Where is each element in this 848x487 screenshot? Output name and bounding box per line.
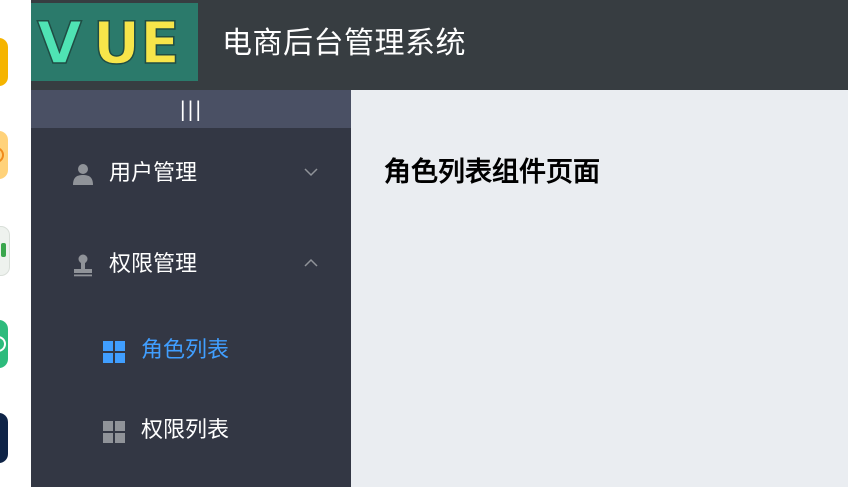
logo-letter-v: V — [37, 12, 82, 72]
sidebar-item-label: 角色列表 — [141, 338, 230, 363]
chevron-up-icon — [304, 258, 318, 267]
user-icon — [73, 164, 93, 185]
dock-app-icon[interactable] — [0, 320, 8, 368]
app-title: 电商后台管理系统 — [222, 26, 466, 61]
app-header: V UE 电商后台管理系统 — [31, 0, 848, 90]
sidebar-collapse-toggle[interactable]: ||| — [31, 90, 351, 128]
dock-app-icon[interactable] — [0, 38, 8, 86]
dock-app-icon[interactable] — [0, 413, 8, 463]
chevron-down-icon — [304, 168, 318, 177]
page-title: 角色列表组件页面 — [384, 157, 600, 188]
logo-letters-ue: UE — [93, 12, 180, 72]
dock-app-icon[interactable] — [0, 131, 8, 179]
sidebar-menu-permission-management[interactable]: 权限管理 — [31, 237, 351, 293]
main-content: 角色列表组件页面 — [351, 90, 848, 487]
grid-icon — [103, 421, 125, 443]
grid-icon — [103, 341, 125, 363]
sidebar-menu-user-management[interactable]: 用户管理 — [31, 146, 351, 202]
sidebar-menu-label: 用户管理 — [109, 161, 198, 186]
stamp-icon — [74, 254, 92, 277]
sidebar-menu-label: 权限管理 — [109, 252, 198, 277]
sidebar-item-permission-list[interactable]: 权限列表 — [31, 404, 351, 460]
sidebar-item-label: 权限列表 — [141, 418, 230, 443]
sidebar-item-role-list[interactable]: 角色列表 — [31, 324, 351, 380]
sidebar: ||| 用户管理 权限管理 角色列表 权限列表 — [31, 90, 351, 487]
dock-app-icon[interactable] — [0, 226, 10, 276]
desktop-dock — [0, 0, 31, 487]
app-root: V UE 电商后台管理系统 ||| 用户管理 权限管理 角色列表 权限列表 角色… — [0, 0, 848, 487]
vue-logo: V UE — [31, 3, 198, 81]
vue-logo-icon: V UE — [36, 12, 180, 72]
